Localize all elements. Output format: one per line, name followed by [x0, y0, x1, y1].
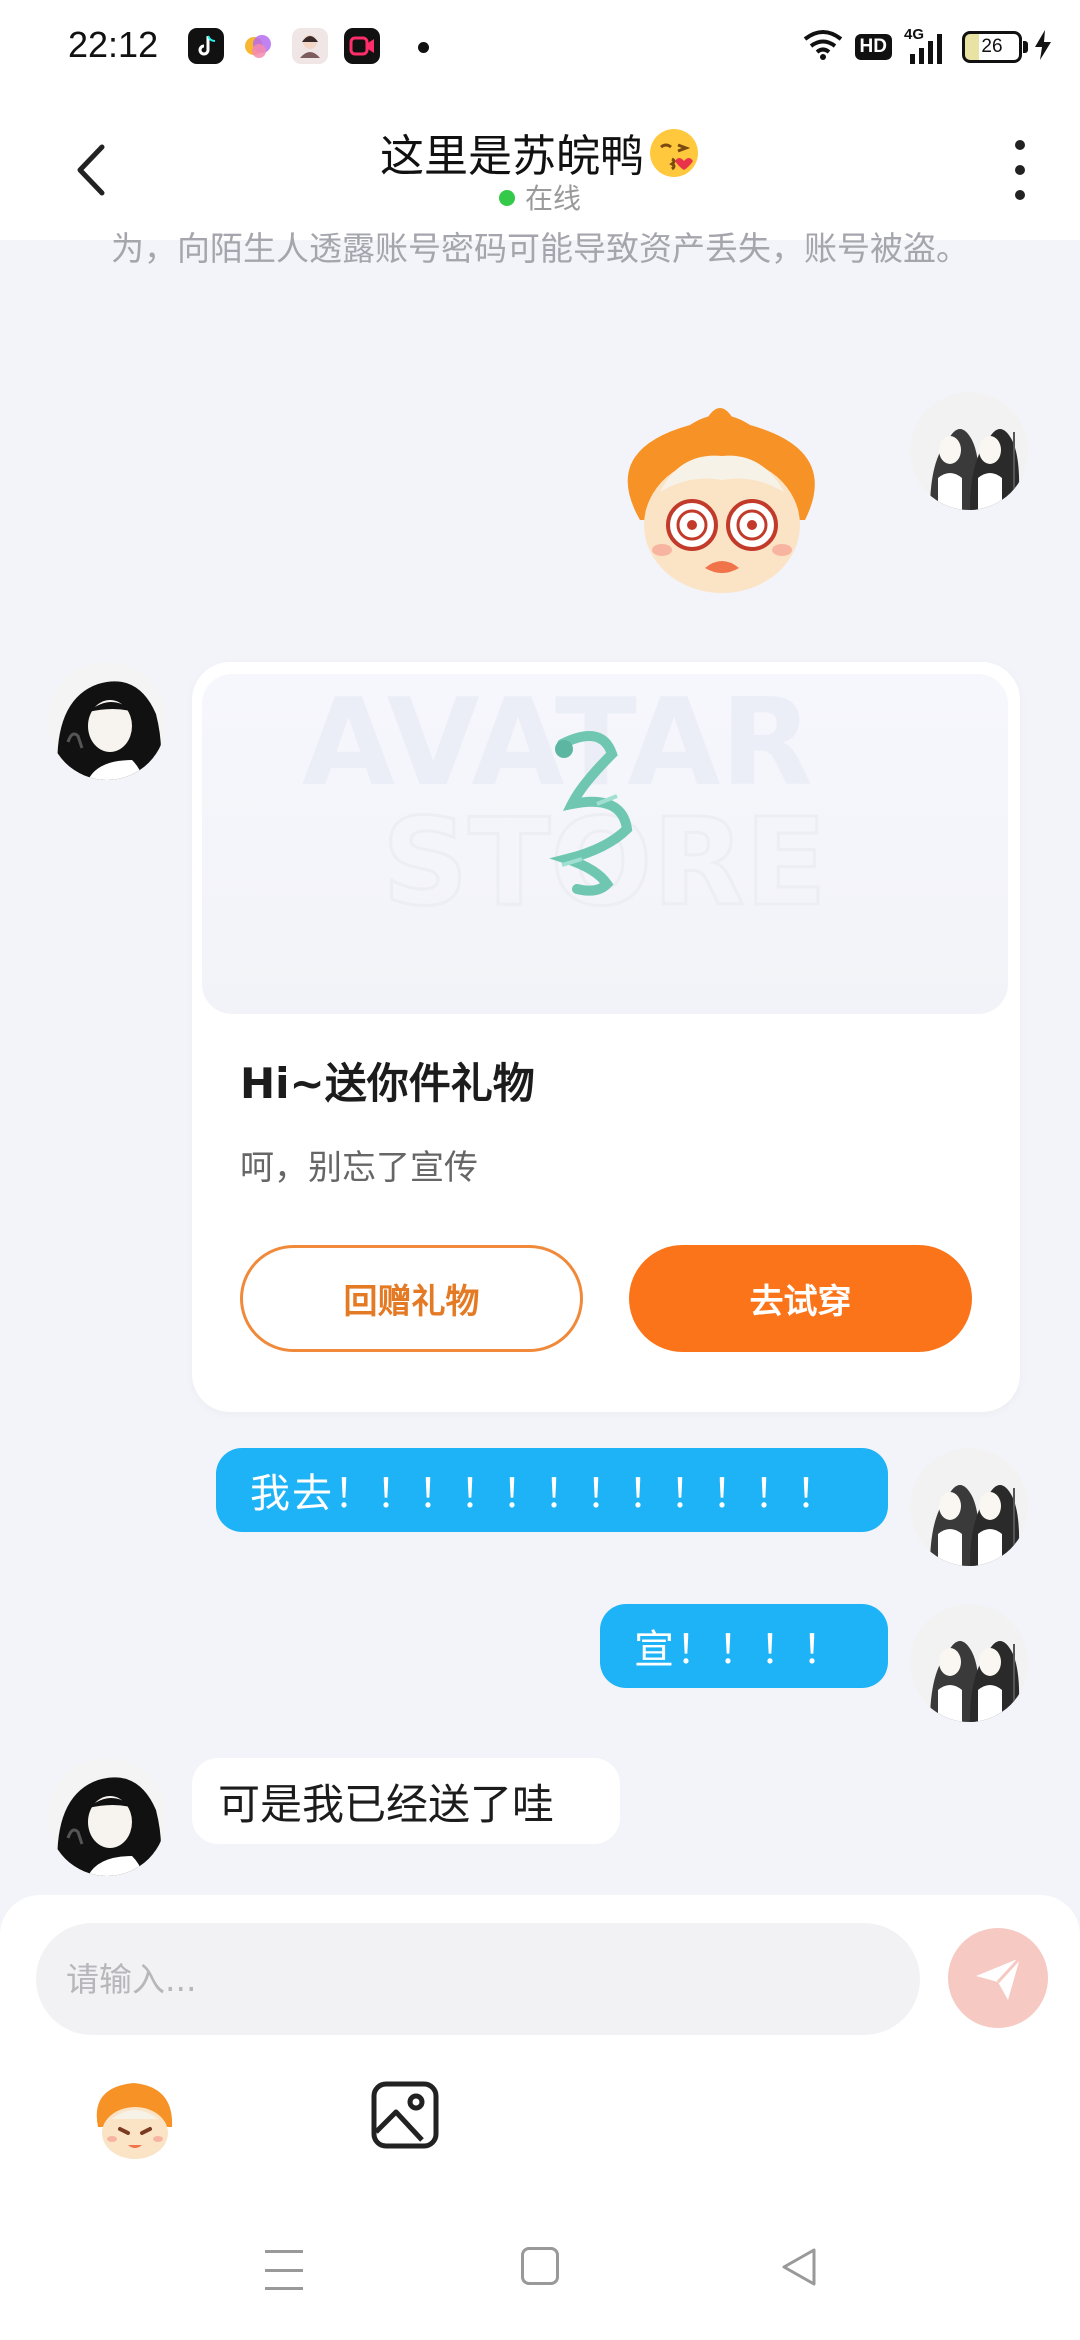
- my-avatar[interactable]: [910, 392, 1028, 510]
- kiss-emoji-icon: [648, 127, 700, 179]
- triangle-back-icon: [782, 2248, 816, 2286]
- message-bubble-outgoing[interactable]: 宣！！！！: [600, 1604, 888, 1688]
- contact-avatar[interactable]: [48, 1758, 166, 1876]
- signal-icon: 4G: [904, 26, 950, 66]
- online-dot: [498, 190, 515, 206]
- gift-subtitle: 呵，别忘了宣传: [240, 1148, 478, 1188]
- system-navigation-bar: [0, 2222, 1080, 2322]
- chat-title: 这里是苏皖鸭: [0, 120, 1080, 184]
- duck-sticker-icon: [96, 2083, 173, 2159]
- image-button[interactable]: [370, 2080, 440, 2150]
- wifi-icon: [803, 29, 843, 65]
- message-bubble-outgoing[interactable]: 我去！！！！！！！！！！！！: [216, 1448, 888, 1532]
- back-nav-button[interactable]: [780, 2246, 818, 2288]
- battery-indicator: 26: [962, 31, 1028, 63]
- send-button[interactable]: [948, 1928, 1048, 2028]
- hd-badge: HD: [854, 34, 892, 60]
- gift-title: Hi~送你件礼物: [240, 1059, 535, 1108]
- banner-store-text: STORE: [382, 794, 827, 933]
- sticker-button[interactable]: [90, 2075, 180, 2165]
- video-app-icon: [344, 28, 380, 64]
- recent-apps-button[interactable]: [265, 2250, 303, 2290]
- home-button[interactable]: [521, 2247, 559, 2285]
- gift-card: AVATAR STORE Hi~送你件礼物 呵，别忘了宣传 回赠礼物 去试穿: [192, 662, 1020, 1412]
- online-status: 在线: [0, 177, 1080, 217]
- my-avatar[interactable]: [910, 1448, 1028, 1566]
- try-on-button[interactable]: 去试穿: [629, 1245, 972, 1352]
- image-icon: [371, 2081, 439, 2149]
- notification-dot: [418, 42, 429, 53]
- status-right-cluster: HD 4G 26: [803, 26, 1052, 68]
- online-label: 在线: [524, 182, 581, 215]
- charging-icon: [1034, 30, 1052, 64]
- message-bubble-incoming[interactable]: 可是我已经送了哇: [192, 1758, 620, 1844]
- status-bar: 22:12 HD 4G 26: [0, 0, 1080, 95]
- more-options-button[interactable]: [1000, 140, 1040, 200]
- chat-header: 这里是苏皖鸭 在线: [0, 95, 1080, 240]
- avatar-app-icon: [292, 28, 328, 64]
- contact-avatar[interactable]: [48, 662, 166, 780]
- return-gift-button[interactable]: 回赠礼物: [240, 1245, 583, 1352]
- colorful-app-icon: [240, 28, 276, 64]
- contact-name: 这里是苏皖鸭: [380, 131, 644, 182]
- status-time: 22:12: [68, 24, 159, 65]
- message-input[interactable]: [36, 1923, 920, 2035]
- security-notice: 为，向陌生人透露账号密码可能导致资产丢失，账号被盗。: [111, 229, 969, 268]
- send-icon: [976, 1956, 1022, 2000]
- dizzy-duck-sticker[interactable]: [600, 400, 845, 600]
- my-avatar[interactable]: [910, 1604, 1028, 1722]
- more-vertical-icon: [1015, 140, 1025, 150]
- tiktok-icon: [188, 28, 224, 64]
- gift-banner: AVATAR STORE: [202, 674, 1008, 1014]
